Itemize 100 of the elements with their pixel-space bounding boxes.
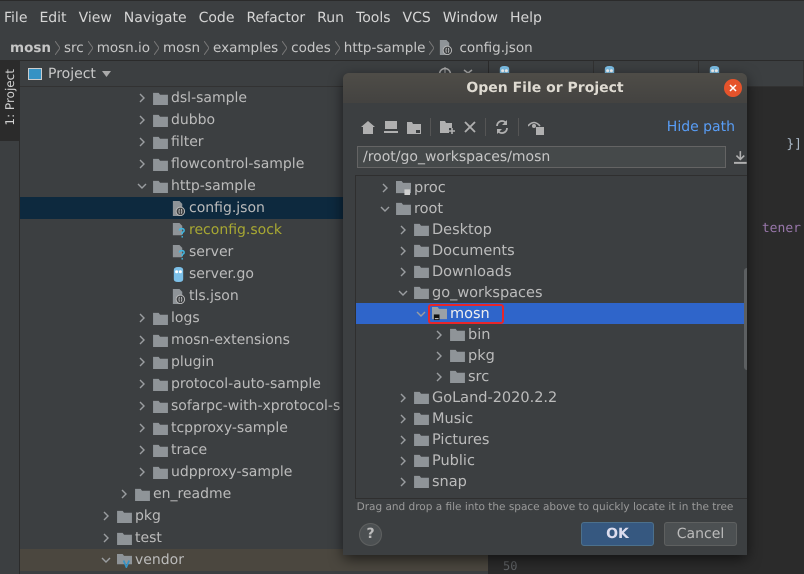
breadcrumb-item[interactable]: mosn	[10, 40, 51, 56]
folder-icon	[153, 92, 168, 104]
chevron-right-icon[interactable]	[434, 330, 444, 340]
delete-icon[interactable]	[464, 121, 476, 133]
tree-item[interactable]: Downloads	[356, 261, 747, 282]
chevron-down-icon[interactable]	[101, 555, 111, 565]
menu-item[interactable]: Help	[510, 10, 542, 26]
breadcrumb-item[interactable]: codes	[291, 40, 331, 56]
chevron-right-icon[interactable]	[398, 456, 408, 466]
folder-icon	[414, 223, 429, 236]
menu-item[interactable]: Tools	[356, 10, 391, 26]
menu-item[interactable]: Refactor	[246, 10, 306, 26]
menu-item[interactable]: VCS	[402, 10, 431, 26]
folder-icon	[153, 180, 168, 192]
chevron-right-icon[interactable]	[398, 434, 408, 444]
chevron-right-icon[interactable]	[119, 489, 129, 499]
tree-item[interactable]: Music	[356, 408, 747, 429]
chevron-right-icon[interactable]	[137, 467, 147, 477]
chevron-right-icon[interactable]	[398, 414, 408, 424]
menu-item[interactable]: Code	[198, 10, 234, 26]
tree-item[interactable]: src	[356, 366, 747, 387]
chevron-right-icon[interactable]	[398, 224, 408, 234]
tree-item[interactable]: Public	[356, 450, 747, 471]
cancel-button[interactable]: Cancel	[664, 522, 737, 546]
chevron-right-icon[interactable]	[434, 372, 444, 382]
close-button[interactable]	[724, 79, 742, 97]
folder-icon	[414, 391, 429, 404]
tree-item[interactable]: Pictures	[356, 429, 747, 450]
folder-icon	[396, 202, 411, 215]
path-field[interactable]: /root/go_workspaces/mosn	[357, 146, 726, 168]
chevron-right-icon[interactable]	[101, 511, 111, 521]
chevron-right-icon[interactable]	[137, 313, 147, 323]
unknown-file-icon	[171, 222, 186, 238]
chevron-right-icon[interactable]	[137, 423, 147, 433]
chevron-down-icon[interactable]	[137, 181, 147, 191]
breadcrumb-item[interactable]: http-sample	[344, 40, 426, 56]
tree-item[interactable]: dubbo	[20, 109, 488, 131]
folder-icon[interactable]	[407, 120, 421, 134]
chevron-right-icon[interactable]	[137, 445, 147, 455]
help-button[interactable]: ?	[359, 522, 382, 546]
json-file-icon	[171, 200, 186, 216]
menu-item[interactable]: Navigate	[124, 10, 187, 26]
chevron-right-icon[interactable]	[398, 246, 408, 256]
refresh-icon[interactable]	[495, 120, 509, 134]
folder-icon	[135, 488, 150, 500]
tree-item[interactable]: mosn	[356, 303, 747, 324]
dropdown-icon[interactable]	[102, 70, 111, 76]
menu-item[interactable]: Window	[442, 10, 498, 26]
line-number: 50	[503, 559, 518, 574]
ok-button[interactable]: OK	[581, 522, 654, 546]
tree-item[interactable]: vendor	[20, 549, 488, 571]
hide-path-link[interactable]: Hide path	[666, 119, 735, 135]
download-icon[interactable]	[734, 150, 747, 164]
tree-item[interactable]: Desktop	[356, 219, 747, 240]
chevron-right-icon[interactable]	[101, 533, 111, 543]
chevron-right-icon[interactable]	[137, 401, 147, 411]
desktop-icon[interactable]	[384, 120, 398, 134]
home-icon[interactable]	[361, 120, 375, 134]
chevron-down-icon[interactable]	[380, 204, 390, 214]
chevron-right-icon[interactable]	[137, 379, 147, 389]
tree-item[interactable]: proc	[356, 177, 747, 198]
show-hidden-icon[interactable]	[528, 120, 544, 134]
chevron-right-icon[interactable]	[398, 266, 408, 276]
breadcrumb-item[interactable]: config.json	[438, 40, 533, 56]
unknown-file-icon	[171, 244, 186, 260]
chevron-right-icon[interactable]	[380, 182, 390, 192]
breadcrumb-separator-icon	[55, 40, 60, 54]
chevron-right-icon[interactable]	[137, 335, 147, 345]
tree-item[interactable]: Documents	[356, 240, 747, 261]
close-icon	[729, 84, 737, 92]
folder-icon	[153, 158, 168, 170]
tree-item[interactable]: snap	[356, 471, 747, 492]
menu-item[interactable]: File	[4, 10, 28, 26]
breadcrumb-item[interactable]: src	[64, 40, 84, 56]
chevron-right-icon[interactable]	[137, 137, 147, 147]
chevron-right-icon[interactable]	[137, 159, 147, 169]
new-folder-icon[interactable]	[440, 120, 455, 134]
breadcrumb-separator-icon	[334, 40, 340, 54]
tree-item[interactable]: pkg	[356, 345, 747, 366]
panel-title[interactable]: Project	[48, 66, 96, 82]
folder-icon	[414, 433, 429, 446]
breadcrumb-item[interactable]: mosn	[163, 40, 200, 56]
menu-item[interactable]: Run	[317, 10, 344, 26]
project-tool-tab[interactable]: 1: Project	[0, 61, 19, 141]
chevron-right-icon[interactable]	[398, 392, 408, 402]
chevron-right-icon[interactable]	[137, 115, 147, 125]
breadcrumb-separator-icon	[429, 40, 434, 54]
breadcrumb-item[interactable]: mosn.io	[96, 40, 150, 56]
tree-item[interactable]: go_workspaces	[356, 282, 747, 303]
menu-item[interactable]: Edit	[39, 10, 67, 26]
menu-item[interactable]: View	[78, 10, 112, 26]
tree-item[interactable]: bin	[356, 324, 747, 345]
folder-icon	[117, 532, 132, 544]
chevron-right-icon[interactable]	[137, 93, 147, 103]
chevron-right-icon[interactable]	[137, 357, 147, 367]
tree-item[interactable]: GoLand-2020.2.2	[356, 387, 747, 408]
chevron-right-icon[interactable]	[434, 350, 444, 360]
breadcrumb-item[interactable]: examples	[213, 40, 278, 56]
chevron-right-icon[interactable]	[398, 476, 408, 486]
chevron-down-icon[interactable]	[398, 288, 408, 298]
